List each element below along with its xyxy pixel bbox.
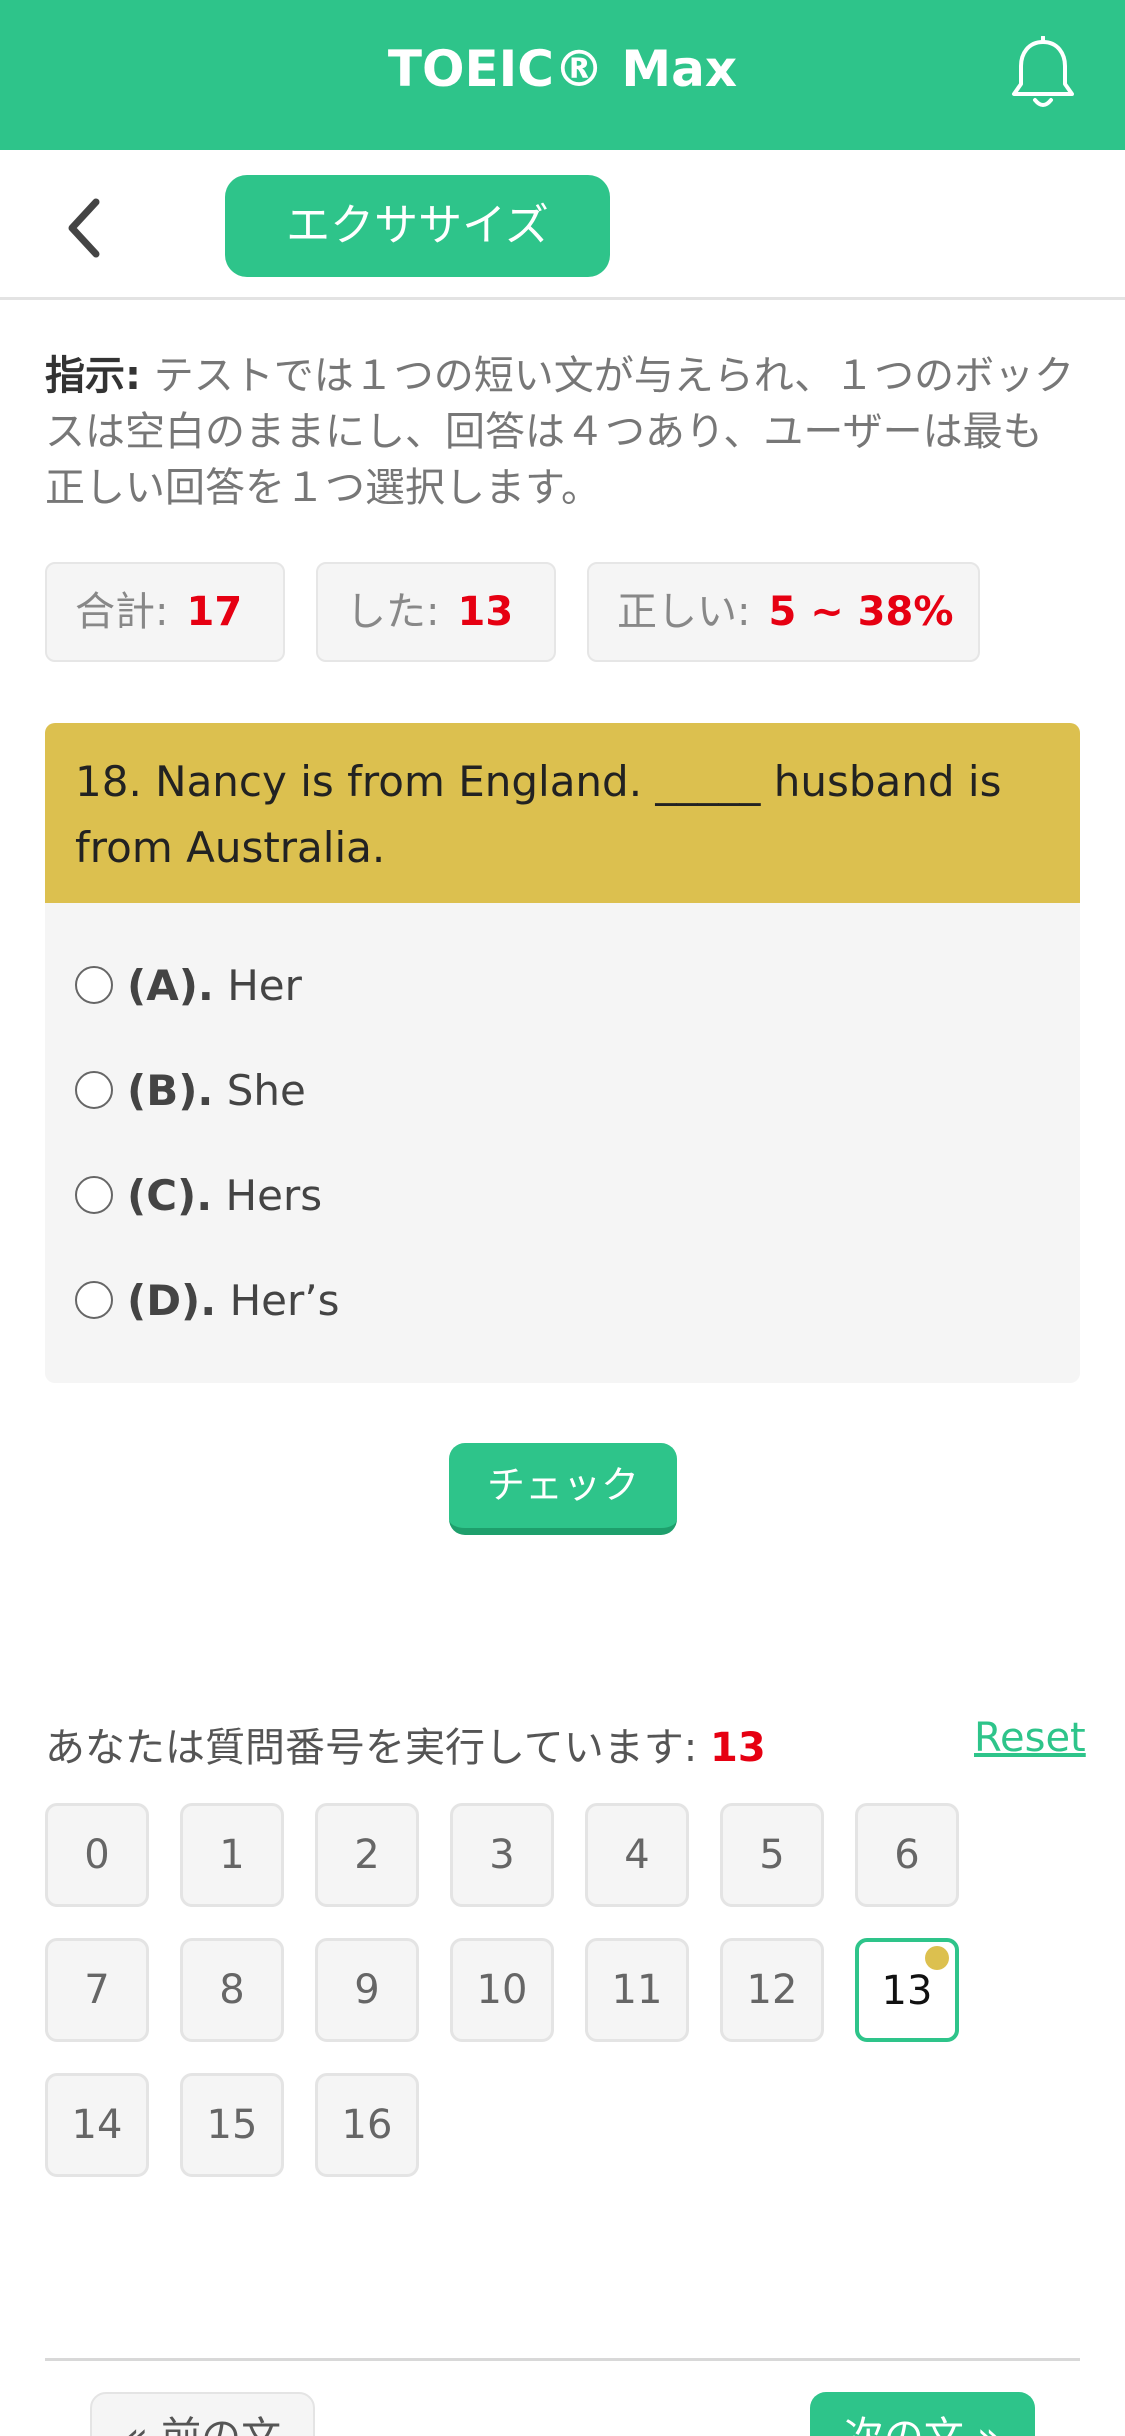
bell-icon[interactable] bbox=[1008, 36, 1078, 112]
question-number-button[interactable]: 6 bbox=[855, 1803, 959, 1907]
progress-current: 13 bbox=[710, 1725, 766, 1771]
question-number-button[interactable]: 1 bbox=[180, 1803, 284, 1907]
question-number-button[interactable]: 9 bbox=[315, 1938, 419, 2042]
question-number-button[interactable]: 2 bbox=[315, 1803, 419, 1907]
check-button[interactable]: チェック bbox=[449, 1443, 677, 1535]
question-number-button[interactable]: 14 bbox=[45, 2073, 149, 2177]
question-text: 18. Nancy is from England. _____ husband… bbox=[45, 723, 1080, 903]
option-d[interactable]: (D). Her’s bbox=[75, 1271, 340, 1331]
stat-total-value: 17 bbox=[186, 589, 243, 635]
question-number-button[interactable]: 5 bbox=[720, 1803, 824, 1907]
stat-correct-value: 5 ~ 38% bbox=[768, 589, 954, 635]
question-number-button[interactable]: 7 bbox=[45, 1938, 149, 2042]
question-number-button[interactable]: 11 bbox=[585, 1938, 689, 2042]
option-key: (A). bbox=[127, 961, 214, 1010]
option-text: Her bbox=[213, 961, 302, 1010]
prev-sentence-button[interactable]: « 前の文 bbox=[90, 2392, 315, 2436]
radio-button[interactable] bbox=[75, 1175, 113, 1214]
question-number-button[interactable]: 3 bbox=[450, 1803, 554, 1907]
question-card: 18. Nancy is from England. _____ husband… bbox=[45, 723, 1080, 1383]
sub-navigation: エクササイズ bbox=[0, 150, 1125, 300]
current-indicator-dot bbox=[925, 1946, 949, 1970]
instruction-text: 指示: テストでは１つの短い文が与えられ、１つのボックスは空白のままにし、回答は… bbox=[45, 348, 1080, 516]
stat-correct-label: 正しい: bbox=[617, 589, 751, 635]
divider bbox=[45, 2358, 1080, 2361]
option-key: (C). bbox=[127, 1171, 213, 1220]
reset-link[interactable]: Reset bbox=[974, 1715, 1086, 1761]
radio-button[interactable] bbox=[75, 1070, 113, 1109]
app-header: TOEIC® Max bbox=[0, 0, 1125, 150]
tab-exercise[interactable]: エクササイズ bbox=[225, 175, 610, 277]
option-key: (D). bbox=[127, 1276, 217, 1325]
question-number-label: 13 bbox=[881, 1968, 933, 2014]
option-a[interactable]: (A). Her bbox=[75, 956, 302, 1016]
option-c[interactable]: (C). Hers bbox=[75, 1166, 322, 1226]
stat-done: した: 13 bbox=[316, 562, 556, 662]
chevron-left-icon[interactable] bbox=[60, 198, 120, 258]
question-number-button[interactable]: 4 bbox=[585, 1803, 689, 1907]
question-number-button[interactable]: 0 bbox=[45, 1803, 149, 1907]
question-number-button[interactable]: 15 bbox=[180, 2073, 284, 2177]
question-number-button-active[interactable]: 13 bbox=[855, 1938, 959, 2042]
stat-done-label: した: bbox=[346, 589, 440, 635]
radio-button[interactable] bbox=[75, 1280, 113, 1319]
stat-done-value: 13 bbox=[457, 589, 514, 635]
radio-button[interactable] bbox=[75, 965, 113, 1004]
progress-label: あなたは質問番号を実行しています: bbox=[45, 1725, 710, 1771]
progress-text: あなたは質問番号を実行しています: 13 bbox=[45, 1715, 766, 1773]
stat-correct: 正しい: 5 ~ 38% bbox=[587, 562, 980, 662]
next-sentence-button[interactable]: 次の文 » bbox=[810, 2392, 1035, 2436]
stat-total: 合計: 17 bbox=[45, 562, 285, 662]
option-b[interactable]: (B). She bbox=[75, 1061, 306, 1121]
instruction-label: 指示: bbox=[45, 353, 141, 399]
option-text: She bbox=[213, 1066, 306, 1115]
question-number-button[interactable]: 12 bbox=[720, 1938, 824, 2042]
app-title: TOEIC® Max bbox=[387, 40, 738, 98]
instruction-body: テストでは１つの短い文が与えられ、１つのボックスは空白のままにし、回答は４つあり… bbox=[45, 353, 1075, 511]
question-number-button[interactable]: 16 bbox=[315, 2073, 419, 2177]
question-number-button[interactable]: 10 bbox=[450, 1938, 554, 2042]
option-text: Her’s bbox=[216, 1276, 340, 1325]
question-number-button[interactable]: 8 bbox=[180, 1938, 284, 2042]
stat-total-label: 合計: bbox=[75, 589, 169, 635]
option-key: (B). bbox=[127, 1066, 214, 1115]
option-text: Hers bbox=[212, 1171, 323, 1220]
